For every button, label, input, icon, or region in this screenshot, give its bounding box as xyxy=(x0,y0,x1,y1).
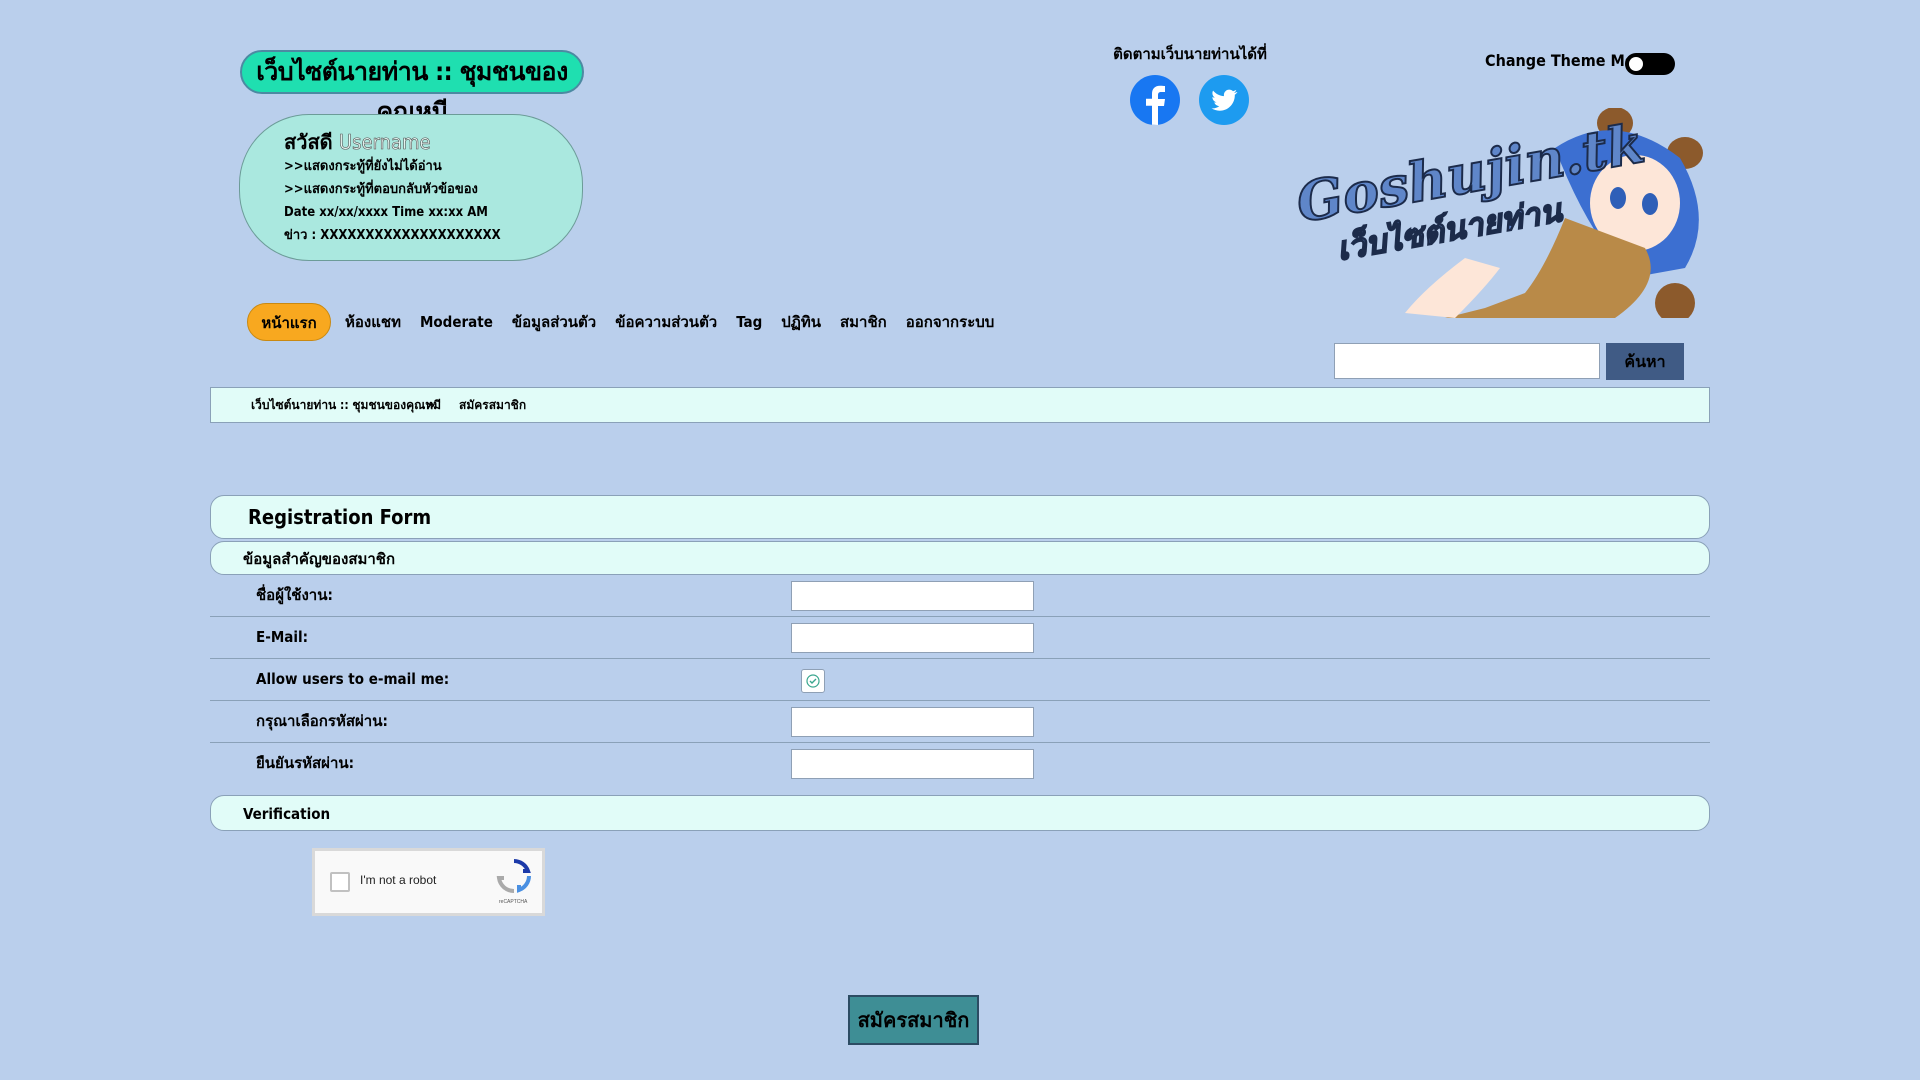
username-field[interactable] xyxy=(791,581,1034,611)
theme-mode-toggle[interactable] xyxy=(1625,53,1675,75)
unread-topics-link[interactable]: >>แสดงกระทู้ที่ยังไม่ได้อ่าน xyxy=(284,155,582,178)
verification-section: Verification xyxy=(210,795,1710,831)
greeting: สวัสดี Username xyxy=(284,129,582,155)
confirm-password-label: ยืนยันรหัสผ่าน: xyxy=(256,754,355,772)
username-label: ชื่อผู้ใช้งาน: xyxy=(256,586,333,604)
recaptcha-brand: reCAPTCHA xyxy=(499,899,528,905)
site-logo[interactable]: Goshujin.tk เว็บไซต์นายท่าน xyxy=(1285,107,1715,323)
breadcrumb: เว็บไซต์นายท่าน :: ชุมชนของคุณหมี » สมัค… xyxy=(210,387,1710,423)
facebook-icon[interactable] xyxy=(1130,75,1180,125)
breadcrumb-separator: » xyxy=(426,395,436,414)
nav-calendar[interactable]: ปฏิทิน xyxy=(781,310,821,334)
recaptcha-label: I'm not a robot xyxy=(360,873,437,887)
greeting-text: สวัสดี xyxy=(284,130,333,154)
news-text: ข่าว : XXXXXXXXXXXXXXXXXXXX xyxy=(284,228,501,243)
nav-home[interactable]: หน้าแรก xyxy=(247,303,331,341)
confirm-password-field[interactable] xyxy=(791,749,1034,779)
datetime-text: Date xx/xx/xxxx Time xx:xx AM xyxy=(284,205,488,220)
recaptcha-widget: I'm not a robot reCAPTCHA xyxy=(312,848,545,916)
allow-email-label: Allow users to e-mail me: xyxy=(256,670,450,688)
registration-form-title: Registration Form xyxy=(210,495,1710,539)
username-link[interactable]: Username xyxy=(339,130,431,155)
user-panel: สวัสดี Username >>แสดงกระทู้ที่ยังไม่ได้… xyxy=(239,114,583,261)
allow-email-row: Allow users to e-mail me: xyxy=(210,658,1710,701)
email-row: E-Mail: xyxy=(210,616,1710,659)
replied-topics-link[interactable]: >>แสดงกระทู้ที่ตอบกลับหัวข้อของ xyxy=(284,178,582,201)
breadcrumb-home[interactable]: เว็บไซต์นายท่าน :: ชุมชนของคุณหมี xyxy=(251,388,441,422)
nav-logout[interactable]: ออกจากระบบ xyxy=(906,310,995,334)
password-label: กรุณาเลือกรหัสผ่าน: xyxy=(256,712,388,730)
breadcrumb-current: สมัครสมาชิก xyxy=(459,398,527,412)
nav-chatroom[interactable]: ห้องแชท xyxy=(345,310,401,334)
member-info-section: ข้อมูลสำคัญของสมาชิก xyxy=(210,541,1710,575)
email-label: E-Mail: xyxy=(256,628,309,646)
toggle-knob xyxy=(1629,57,1643,71)
nav-members[interactable]: สมาชิก xyxy=(840,310,887,334)
search-button[interactable]: ค้นหา xyxy=(1606,343,1684,380)
recaptcha-icon xyxy=(496,859,531,894)
search-input[interactable] xyxy=(1334,343,1600,379)
nav-tag[interactable]: Tag xyxy=(736,313,762,331)
site-title[interactable]: เว็บไซต์นายท่าน :: ชุมชนของคุณหมี xyxy=(240,50,584,126)
username-row: ชื่อผู้ใช้งาน: xyxy=(210,574,1710,617)
nav-profile[interactable]: ข้อมูลส่วนตัว xyxy=(512,310,596,334)
check-icon xyxy=(806,674,820,688)
email-field[interactable] xyxy=(791,623,1034,653)
follow-label: ติดตามเว็บนายท่านได้ที่ xyxy=(1113,45,1267,63)
password-row: กรุณาเลือกรหัสผ่าน: xyxy=(210,700,1710,743)
recaptcha-checkbox[interactable] xyxy=(330,872,350,892)
allow-email-checkbox[interactable] xyxy=(801,669,825,693)
nav-moderate[interactable]: Moderate xyxy=(420,313,493,331)
nav-private-messages[interactable]: ข้อความส่วนตัว xyxy=(615,310,717,334)
confirm-password-row: ยืนยันรหัสผ่าน: xyxy=(210,742,1710,784)
main-nav: หน้าแรก ห้องแชท Moderate ข้อมูลส่วนตัว ข… xyxy=(247,302,1013,342)
register-button[interactable]: สมัครสมาชิก xyxy=(848,995,979,1045)
password-field[interactable] xyxy=(791,707,1034,737)
twitter-icon[interactable] xyxy=(1199,75,1249,125)
